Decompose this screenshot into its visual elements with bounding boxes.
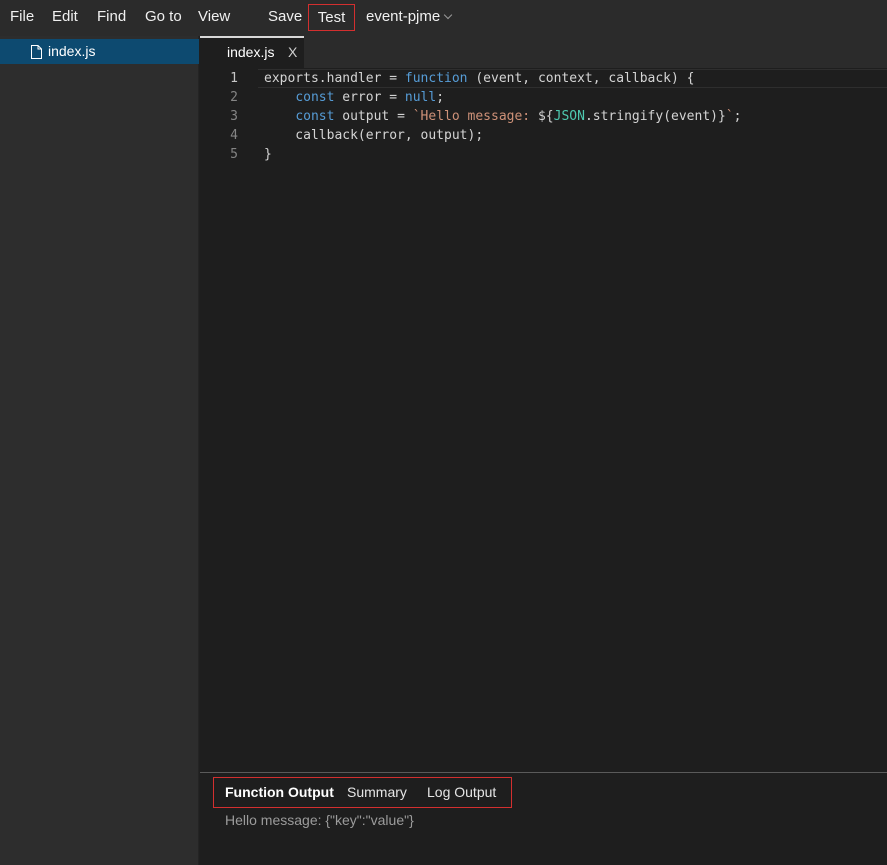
code-line-1: exports.handler = function (event, conte…	[264, 69, 695, 88]
editor-tabbar: index.js X	[200, 36, 887, 68]
code-token: (event, context, callback) {	[467, 71, 695, 86]
test-event-select[interactable]: event-pjme	[366, 8, 453, 26]
tab-function-output[interactable]: Function Output	[225, 783, 334, 801]
function-output-text: Hello message: {"key":"value"}	[225, 812, 414, 828]
chevron-down-icon	[443, 10, 453, 20]
tab-index-js[interactable]: index.js X	[200, 36, 304, 68]
code-token: error =	[334, 90, 405, 105]
line-number: 3	[230, 109, 238, 124]
code-keyword: const	[295, 90, 335, 105]
code-token: }	[718, 109, 726, 124]
line-number: 4	[230, 128, 238, 143]
file-icon	[31, 45, 42, 59]
code-keyword: function	[404, 71, 468, 86]
file-explorer: index.js	[0, 36, 199, 865]
code-keyword: null	[404, 90, 437, 105]
menu-view[interactable]: View	[198, 8, 230, 26]
code-keyword: const	[295, 109, 335, 124]
code-token: output =	[334, 109, 413, 124]
save-button[interactable]: Save	[268, 8, 302, 26]
tab-log-output[interactable]: Log Output	[427, 783, 496, 801]
code-token: ;	[733, 109, 742, 124]
code-token: .stringify(event)	[584, 109, 718, 124]
output-tabs: Function Output Summary Log Output	[213, 777, 512, 808]
code-string: `Hello message:	[412, 109, 538, 124]
code-line-5: }	[264, 147, 272, 162]
code-token: exports.handler =	[264, 71, 405, 86]
test-button[interactable]: Test	[308, 4, 355, 31]
code-editor[interactable]: 1 2 3 4 5 exports.handler = function (ev…	[200, 68, 887, 772]
file-item-index-js[interactable]: index.js	[0, 39, 199, 64]
code-string: `	[725, 109, 734, 124]
code-token: ;	[436, 90, 445, 105]
menubar: File Edit Find Go to View Save Test even…	[0, 0, 887, 36]
code-line-2: const error = null;	[264, 88, 444, 107]
line-number: 5	[230, 147, 238, 162]
output-panel: Function Output Summary Log Output Hello…	[200, 772, 887, 865]
line-number: 1	[230, 71, 238, 86]
menu-file[interactable]: File	[10, 8, 34, 26]
code-object: JSON	[553, 109, 585, 124]
menu-goto[interactable]: Go to	[145, 8, 182, 26]
code-line-3: const output = `Hello message: ${JSON.st…	[264, 107, 741, 126]
line-number: 2	[230, 90, 238, 105]
code-token: ${	[537, 109, 554, 124]
close-icon[interactable]: X	[288, 44, 297, 60]
code-line-4: callback(error, output);	[264, 128, 484, 143]
menu-find[interactable]: Find	[97, 8, 126, 26]
menu-edit[interactable]: Edit	[52, 8, 78, 26]
tab-summary[interactable]: Summary	[347, 783, 407, 801]
file-item-label: index.js	[48, 43, 96, 59]
test-event-label: event-pjme	[366, 8, 441, 25]
tab-label: index.js	[227, 44, 275, 60]
